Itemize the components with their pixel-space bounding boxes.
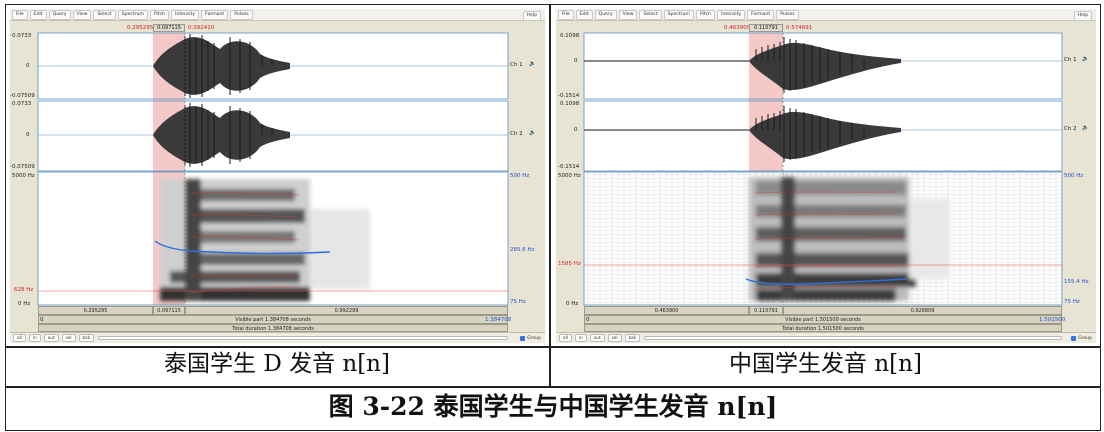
figure-title: 图 3-22 泰国学生与中国学生发音 n[n] (328, 392, 778, 421)
figure-frame: File Edit Query View Select Spectrum Pit… (0, 0, 1104, 432)
table-row-divider (5, 346, 1101, 348)
table-row-divider (5, 386, 1101, 388)
table-column-divider (549, 4, 551, 386)
caption-left: 泰国学生 D 发音 n[n] (164, 351, 390, 377)
caption-right: 中国学生发音 n[n] (729, 351, 922, 377)
